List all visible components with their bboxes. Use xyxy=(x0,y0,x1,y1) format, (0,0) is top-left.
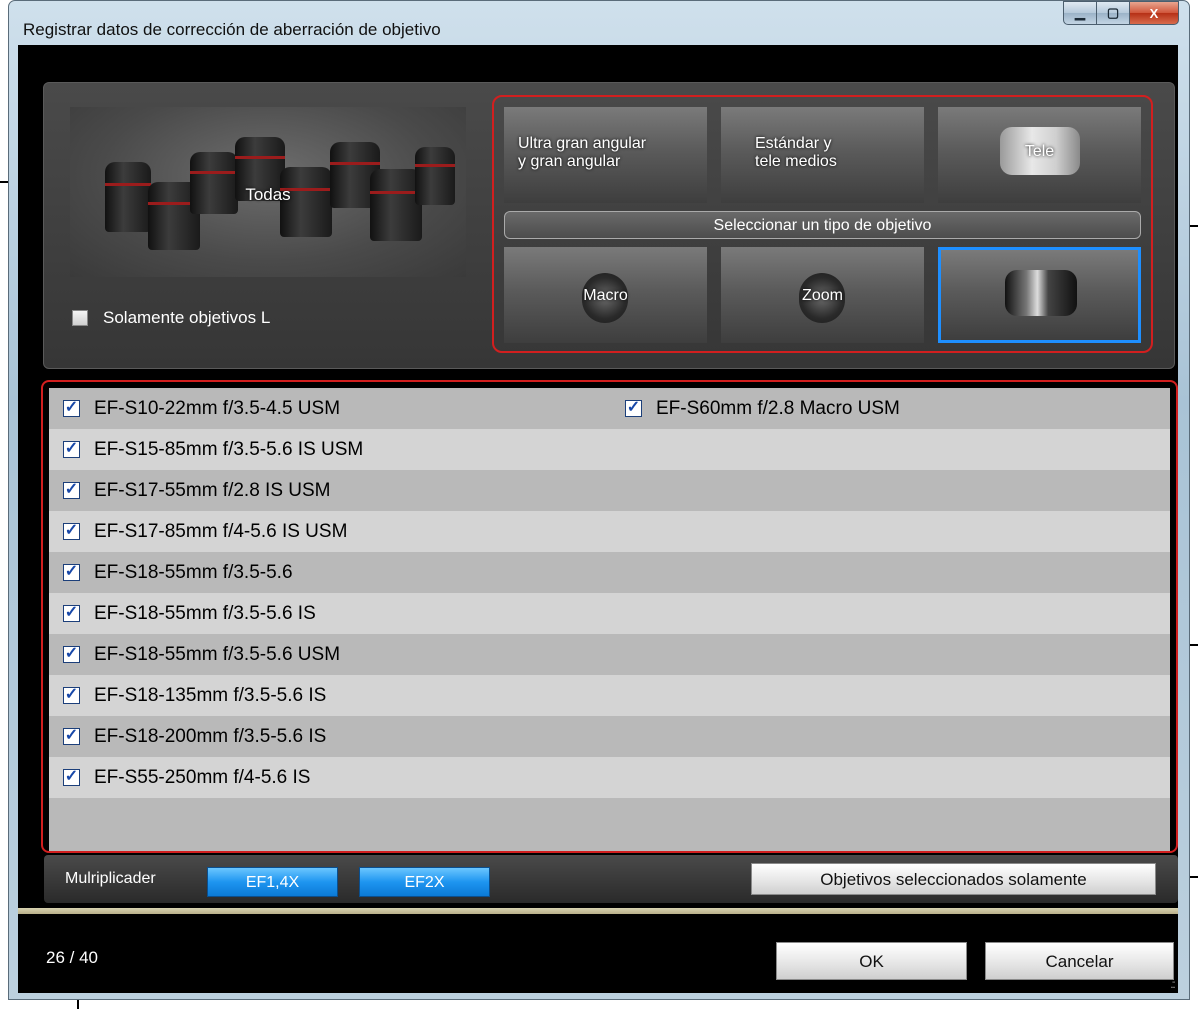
checkbox-checked-icon: ✓ xyxy=(63,768,80,786)
lens-list-item[interactable]: ✓ EF-S60mm f/2.8 Macro USM xyxy=(625,388,900,429)
ef2x-button[interactable]: EF2X xyxy=(359,867,490,897)
lens-name: EF-S17-55mm f/2.8 IS USM xyxy=(94,479,331,501)
maximize-icon: ▢ xyxy=(1106,5,1120,20)
checkbox-checked-icon: ✓ xyxy=(63,604,80,622)
lens-name: EF-S15-85mm f/3.5-5.6 IS USM xyxy=(94,438,364,460)
lens-list-item[interactable]: ✓ EF-S18-55mm f/3.5-5.6 xyxy=(63,552,293,593)
multiplier-label: Mulriplicader xyxy=(65,870,156,887)
lens-name: EF-S60mm f/2.8 Macro USM xyxy=(656,397,900,419)
window-controls: ▁ ▢ X xyxy=(1063,1,1179,27)
lens-type-label: Zoom xyxy=(802,287,843,304)
lens-list-item[interactable]: ✓ EF-S18-55mm f/3.5-5.6 USM xyxy=(63,634,340,675)
lens-name: EF-S18-55mm f/3.5-5.6 IS xyxy=(94,602,316,624)
lens-name: EF-S18-55mm f/3.5-5.6 USM xyxy=(94,643,341,665)
lens-filter-panel: Todas Solamente objetivos L Ultra gran a… xyxy=(43,82,1175,369)
list-row-background xyxy=(49,798,1170,851)
checkbox-unchecked-icon xyxy=(72,310,88,326)
cancel-button[interactable]: Cancelar xyxy=(985,942,1174,980)
lens-list-item[interactable]: ✓ EF-S18-55mm f/3.5-5.6 IS xyxy=(63,593,316,634)
ef14x-button[interactable]: EF1,4X xyxy=(207,867,338,897)
lens-list: ✓ EF-S10-22mm f/3.5-4.5 USM ✓ EF-S15-85mm … xyxy=(41,380,1178,853)
lens-type-group: Ultra gran angular y gran angular Estánda… xyxy=(492,95,1153,353)
lens-type-ultra-wide-button[interactable]: Ultra gran angular y gran angular xyxy=(504,107,707,203)
lens-type-label: Ultra gran angular y gran angular xyxy=(518,135,647,170)
checkbox-checked-icon: ✓ xyxy=(63,481,80,499)
checkbox-checked-icon: ✓ xyxy=(625,399,642,417)
ef-s-lens-icon xyxy=(1005,270,1077,316)
minimize-button[interactable]: ▁ xyxy=(1063,1,1097,25)
window-title: Registrar datos de corrección de aberrac… xyxy=(23,20,441,39)
lens-type-label: Estándar y tele medios xyxy=(755,135,837,170)
lens-type-macro-button[interactable]: Macro xyxy=(504,247,707,343)
lens-count: 26 / 40 xyxy=(46,948,98,967)
lens-list-item[interactable]: ✓ EF-S17-55mm f/2.8 IS USM xyxy=(63,470,331,511)
lens-type-tele-button[interactable]: Tele xyxy=(938,107,1141,203)
lens-list-item[interactable]: ✓ EF-S17-85mm f/4-5.6 IS USM xyxy=(63,511,347,552)
all-lenses-label: Todas xyxy=(245,185,291,204)
checkbox-checked-icon: ✓ xyxy=(63,686,80,704)
lens-list-item[interactable]: ✓ EF-S15-85mm f/3.5-5.6 IS USM xyxy=(63,429,363,470)
lens-name: EF-S55-250mm f/4-5.6 IS xyxy=(94,766,311,788)
lens-list-item[interactable]: ✓ EF-S18-200mm f/3.5-5.6 IS xyxy=(63,716,326,757)
select-lens-type-label: Seleccionar un tipo de objetivo xyxy=(504,211,1141,239)
checkbox-checked-icon: ✓ xyxy=(63,563,80,581)
checkbox-checked-icon: ✓ xyxy=(63,645,80,663)
lens-type-zoom-button[interactable]: Zoom xyxy=(721,247,924,343)
selected-lenses-only-button[interactable]: Objetivos seleccionados solamente xyxy=(751,863,1156,895)
lens-list-item[interactable]: ✓ EF-S10-22mm f/3.5-4.5 USM xyxy=(63,388,340,429)
lens-type-standard-button[interactable]: Estándar y tele medios xyxy=(721,107,924,203)
lens-type-label: Tele xyxy=(1024,143,1055,160)
progress-bar xyxy=(18,908,1178,914)
lens-name: EF-S18-135mm f/3.5-5.6 IS xyxy=(94,684,327,706)
close-icon: X xyxy=(1149,5,1159,21)
minimize-icon: ▁ xyxy=(1075,5,1085,20)
lens-name: EF-S17-85mm f/4-5.6 IS USM xyxy=(94,520,348,542)
lens-type-label: Macro xyxy=(583,287,628,304)
lens-name: EF-S18-55mm f/3.5-5.6 xyxy=(94,561,293,583)
l-lenses-only-checkbox[interactable]: Solamente objetivos L xyxy=(72,308,270,328)
dialog-client-area: Todas Solamente objetivos L Ultra gran a… xyxy=(18,45,1178,993)
multiplier-bar: Mulriplicader EF1,4X EF2X Objetivos sele… xyxy=(44,855,1178,903)
checkbox-checked-icon: ✓ xyxy=(63,727,80,745)
checkbox-checked-icon: ✓ xyxy=(63,440,80,458)
checkbox-checked-icon: ✓ xyxy=(63,522,80,540)
all-lenses-button[interactable]: Todas xyxy=(70,107,466,277)
lens-type-ef-s-button[interactable] xyxy=(938,247,1141,343)
resize-grip-icon[interactable]: .:: xyxy=(1170,977,1176,991)
lens-name: EF-S10-22mm f/3.5-4.5 USM xyxy=(94,397,341,419)
lens-list-area[interactable]: ✓ EF-S10-22mm f/3.5-4.5 USM ✓ EF-S15-85mm … xyxy=(49,388,1170,851)
lens-list-item[interactable]: ✓ EF-S55-250mm f/4-5.6 IS xyxy=(63,757,310,798)
lens-name: EF-S18-200mm f/3.5-5.6 IS xyxy=(94,725,327,747)
title-bar[interactable]: Registrar datos de corrección de aberrac… xyxy=(9,1,1189,45)
close-button[interactable]: X xyxy=(1129,1,1179,25)
ok-button[interactable]: OK xyxy=(776,942,967,980)
dialog-window: Registrar datos de corrección de aberrac… xyxy=(8,0,1190,1000)
lens-list-item[interactable]: ✓ EF-S18-135mm f/3.5-5.6 IS xyxy=(63,675,326,716)
l-lenses-only-label: Solamente objetivos L xyxy=(103,308,271,327)
maximize-button[interactable]: ▢ xyxy=(1096,1,1130,25)
checkbox-checked-icon: ✓ xyxy=(63,399,80,417)
